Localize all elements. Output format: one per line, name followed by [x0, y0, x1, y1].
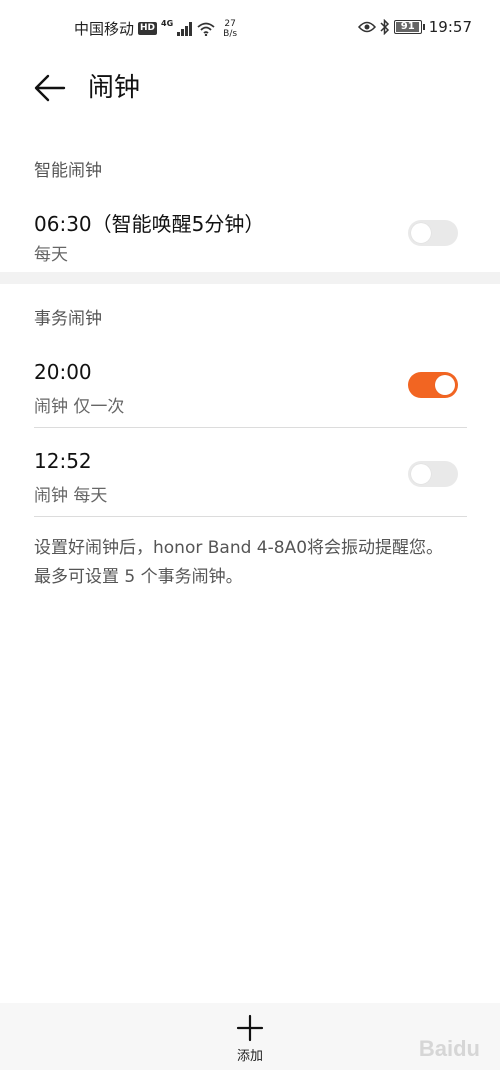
smart-alarm-toggle[interactable] — [408, 220, 458, 246]
alarm-repeat: 每天 — [34, 245, 68, 265]
status-right: 91 19:57 — [357, 18, 472, 36]
watermark-logo: Baidu — [418, 1036, 480, 1061]
net-speed-unit: B/s — [223, 28, 238, 39]
smart-alarm-section-label: 智能闹钟 — [34, 161, 102, 181]
add-alarm-button[interactable]: 添加 — [220, 1013, 280, 1069]
add-alarm-label: 添加 — [236, 1049, 263, 1064]
toggle-knob — [411, 464, 431, 484]
alarm-note: 设置好闹钟后，honor Band 4-8A0将会振动提醒您。最多可设置 5 个… — [34, 538, 444, 587]
alarm-repeat: 闹钟 仅一次 — [34, 397, 125, 417]
clock: 19:57 — [428, 18, 472, 36]
battery-icon: 91 — [393, 20, 425, 34]
row-divider — [34, 427, 467, 428]
task-alarm-toggle[interactable] — [408, 461, 458, 487]
alarm-time: 12:52 — [34, 449, 92, 473]
hd-badge: HD — [138, 22, 158, 35]
task-alarm-toggle[interactable] — [408, 372, 458, 398]
status-bar: 中国移动 HD 4G 27 B/s 91 19:57 — [0, 0, 500, 56]
eye-icon — [357, 21, 376, 33]
toggle-knob — [435, 375, 455, 395]
battery-level: 91 — [400, 21, 415, 32]
toggle-knob — [411, 223, 431, 243]
plus-icon — [236, 1014, 264, 1042]
app-bar: 闹钟 — [0, 56, 500, 120]
alarm-screen: 中国移动 HD 4G 27 B/s 91 19:57 闹钟 智能闹钟 06:30… — [0, 0, 500, 1070]
wifi-icon — [197, 22, 215, 36]
signal-icon — [177, 21, 193, 36]
back-button[interactable] — [30, 70, 70, 106]
task-alarm-row[interactable]: 20:00 闹钟 仅一次 — [0, 350, 500, 438]
alarm-time: 06:30（智能唤醒5分钟） — [34, 212, 265, 236]
alarm-repeat: 闹钟 每天 — [34, 486, 108, 506]
bluetooth-icon — [380, 19, 389, 35]
task-alarm-row[interactable]: 12:52 闹钟 每天 — [0, 439, 500, 527]
task-alarm-section-label: 事务闹钟 — [34, 309, 102, 329]
network-type: 4G — [161, 19, 174, 28]
net-speed: 27 B/s — [223, 19, 237, 39]
arrow-left-icon — [34, 74, 66, 102]
section-separator — [0, 272, 500, 284]
page-title: 闹钟 — [88, 73, 141, 103]
status-left: 中国移动 HD 4G 27 B/s — [74, 18, 237, 39]
carrier-name: 中国移动 — [74, 20, 135, 38]
alarm-time: 20:00 — [34, 360, 92, 384]
net-speed-value: 27 — [224, 18, 236, 29]
bottom-bar: 添加 Baidu — [0, 1003, 500, 1070]
row-divider — [34, 516, 467, 517]
